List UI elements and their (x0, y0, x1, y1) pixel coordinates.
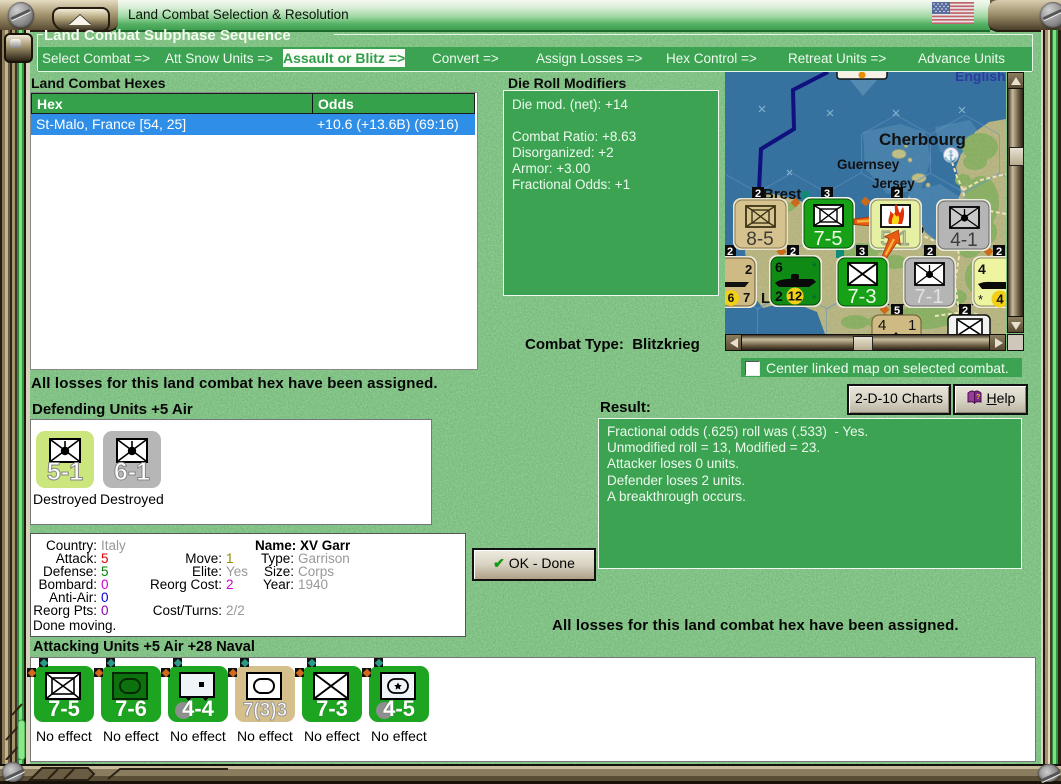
svg-text:Cherbourg: Cherbourg (879, 130, 966, 149)
svg-text:English: English (955, 72, 1006, 84)
svg-text:*: * (812, 292, 817, 306)
svg-text:7-3: 7-3 (848, 286, 877, 308)
svg-text:4: 4 (978, 261, 986, 277)
svg-text:7: 7 (743, 290, 750, 305)
svg-text:8-5: 8-5 (746, 229, 773, 250)
svg-text:4: 4 (996, 292, 1004, 307)
svg-text:4-1: 4-1 (950, 230, 977, 251)
svg-text:7-5: 7-5 (814, 228, 843, 250)
svg-text:Guernsey: Guernsey (837, 157, 900, 172)
svg-text:*: * (978, 292, 983, 307)
svg-text:6: 6 (775, 259, 783, 275)
svg-text:*: * (812, 260, 817, 274)
svg-text:?: ? (976, 394, 980, 401)
svg-text:6: 6 (728, 291, 735, 305)
svg-text:⚓: ⚓ (944, 150, 958, 163)
svg-text:L: L (761, 290, 770, 307)
svg-text:2: 2 (775, 288, 783, 304)
svg-text:4: 4 (878, 317, 886, 334)
svg-text:1: 1 (908, 317, 916, 334)
svg-text:7-1: 7-1 (915, 286, 944, 308)
svg-text:2: 2 (745, 262, 752, 277)
svg-text:12: 12 (788, 289, 802, 304)
